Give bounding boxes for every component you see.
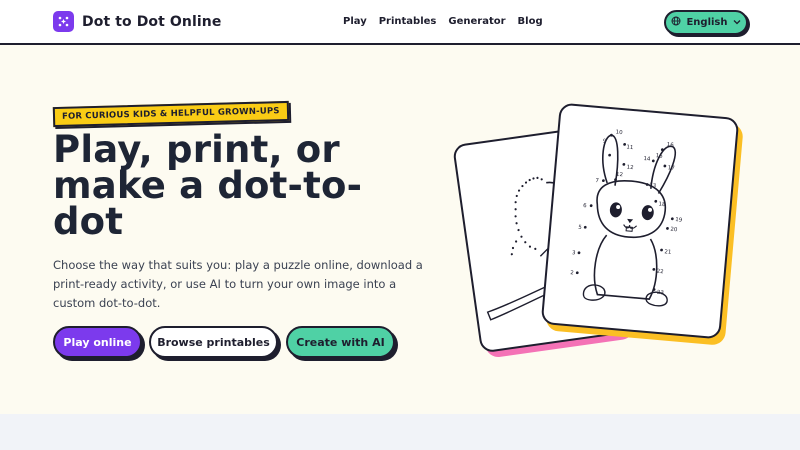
dot-label: 19 — [675, 217, 683, 224]
nav-printables[interactable]: Printables — [379, 16, 437, 27]
dot-label: 12 — [616, 172, 623, 179]
dot-label: 21 — [664, 249, 671, 256]
sparkle-logo-icon — [53, 11, 74, 32]
hero-description: Choose the way that suits you: play a pu… — [53, 258, 423, 310]
audience-badge: FOR CURIOUS KIDS & HELPFUL GROWN-UPS — [52, 100, 289, 128]
bunny-dot-drawing: 10 9 11 12 16 17 15 14 13 18 7 12 6 5 3 … — [570, 130, 683, 307]
dot-label: 2 — [570, 270, 574, 276]
dot-label: 14 — [643, 156, 651, 163]
nav-blog[interactable]: Blog — [518, 16, 543, 27]
dot-label: 5 — [578, 225, 583, 231]
printable-card-bunny: 10 9 11 12 16 17 15 14 13 18 7 12 6 5 3 … — [540, 102, 740, 340]
brand-name: Dot to Dot Online — [82, 13, 222, 30]
language-selector[interactable]: English — [664, 10, 748, 35]
dot-label: 22 — [656, 269, 663, 276]
chevron-down-icon — [733, 17, 741, 28]
nav-play[interactable]: Play — [343, 16, 367, 27]
brand-link[interactable]: Dot to Dot Online — [53, 11, 221, 32]
dot-label: 11 — [626, 145, 633, 152]
dot-label: 9 — [603, 138, 608, 144]
play-online-button[interactable]: Play online — [53, 326, 142, 358]
language-label: English — [686, 17, 728, 28]
dot-label: 20 — [670, 227, 678, 234]
create-with-ai-button[interactable]: Create with AI — [286, 326, 395, 358]
nav-generator[interactable]: Generator — [448, 16, 505, 27]
main-nav: Play Printables Generator Blog — [343, 16, 543, 27]
top-navigation-bar: Dot to Dot Online Play Printables Genera… — [0, 0, 800, 45]
dot-label: 6 — [583, 203, 588, 209]
dot-label: 16 — [666, 142, 674, 149]
dot-label: 17 — [667, 165, 675, 172]
dot-label: 7 — [595, 178, 600, 184]
dot-label: 15 — [655, 153, 663, 160]
dot-label: 3 — [572, 250, 577, 256]
globe-icon — [671, 16, 681, 29]
dot-label: 23 — [657, 290, 665, 297]
dot-label: 12 — [626, 165, 633, 172]
next-section-band — [0, 414, 800, 450]
dot-label: 18 — [658, 202, 666, 209]
dot-label: 10 — [615, 130, 623, 137]
browse-printables-button[interactable]: Browse printables — [149, 326, 278, 358]
dot-label: 13 — [649, 183, 657, 190]
page-title: Play, print, or make a dot-to-dot — [53, 128, 363, 243]
